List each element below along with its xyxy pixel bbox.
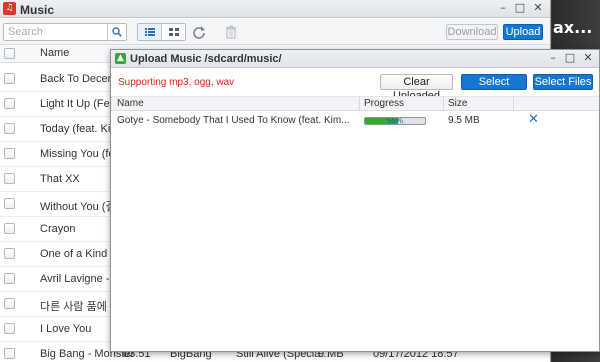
upload-file-size: 9.5 MB	[448, 115, 480, 126]
dialog-minimize-button[interactable]: –	[546, 51, 560, 65]
dialog-titlebar: ▲ Upload Music /sdcard/music/ – □ ✕	[111, 50, 599, 68]
row-checkbox[interactable]	[4, 323, 15, 334]
song-title: Crayon	[40, 223, 76, 235]
trash-icon	[226, 25, 236, 39]
column-separator[interactable]	[443, 97, 444, 111]
music-titlebar: ♫ Music – □ ✕	[0, 0, 550, 18]
grid-icon	[169, 28, 179, 36]
dialog-title: Upload Music /sdcard/music/	[130, 53, 282, 65]
search-input[interactable]	[4, 24, 108, 40]
grid-view-button[interactable]	[162, 24, 186, 40]
view-toggle	[137, 23, 186, 41]
row-checkbox[interactable]	[4, 98, 15, 109]
row-checkbox[interactable]	[4, 198, 15, 209]
dialog-close-button[interactable]: ✕	[581, 51, 595, 65]
row-checkbox[interactable]	[4, 248, 15, 259]
upload-list-header: Name Progress Size	[111, 96, 599, 111]
name-column-header: Name	[117, 98, 144, 109]
row-checkbox[interactable]	[4, 73, 15, 84]
dialog-maximize-button[interactable]: □	[563, 51, 577, 65]
upload-file-name: Gotye - Somebody That I Used To Know (fe…	[117, 115, 350, 126]
refresh-icon	[193, 26, 205, 39]
music-note-icon: ♫	[3, 2, 16, 15]
select-files-button[interactable]: Select Files	[533, 74, 593, 90]
row-checkbox[interactable]	[4, 273, 15, 284]
select-all-checkbox[interactable]	[4, 48, 15, 59]
progress-column-header: Progress	[364, 98, 405, 109]
upload-row[interactable]: Gotye - Somebody That I Used To Know (fe…	[111, 112, 599, 131]
close-button[interactable]: ✕	[531, 1, 545, 15]
upload-dialog: ▲ Upload Music /sdcard/music/ – □ ✕ Supp…	[110, 49, 600, 352]
upload-button[interactable]: Upload	[503, 24, 543, 40]
close-icon[interactable]: ✕	[528, 113, 540, 127]
song-title: That XX	[40, 173, 80, 185]
column-separator[interactable]	[359, 97, 360, 111]
row-checkbox[interactable]	[4, 223, 15, 234]
row-checkbox[interactable]	[4, 348, 15, 359]
refresh-button[interactable]	[192, 25, 206, 39]
supported-formats-note: Supporting mp3, ogg, wav	[118, 77, 235, 88]
upload-progress-bar: 55%	[364, 117, 426, 125]
background-window-label: ax...	[553, 18, 593, 37]
upload-arrow-icon: ▲	[115, 53, 126, 64]
row-checkbox[interactable]	[4, 298, 15, 309]
list-view-button[interactable]	[138, 24, 162, 40]
minimize-button[interactable]: –	[496, 1, 510, 15]
song-title: One of a Kind	[40, 248, 108, 260]
name-column-header[interactable]: Name	[40, 47, 69, 59]
upload-progress-label: 55%	[386, 117, 403, 125]
list-icon	[145, 28, 155, 36]
column-separator[interactable]	[513, 97, 514, 111]
size-column-header: Size	[448, 98, 468, 109]
delete-button[interactable]	[225, 25, 237, 39]
song-title: I Love You	[40, 323, 92, 335]
window-title: Music	[20, 3, 55, 17]
search-box	[3, 23, 127, 41]
select-folder-button[interactable]: Select Folder	[461, 74, 527, 102]
row-checkbox[interactable]	[4, 123, 15, 134]
search-button[interactable]	[107, 24, 126, 40]
download-button[interactable]: Download	[446, 24, 498, 40]
row-checkbox[interactable]	[4, 148, 15, 159]
maximize-button[interactable]: □	[513, 1, 527, 15]
row-checkbox[interactable]	[4, 173, 15, 184]
clear-uploaded-button[interactable]: Clear Uploaded	[380, 74, 453, 102]
search-icon	[112, 27, 122, 37]
